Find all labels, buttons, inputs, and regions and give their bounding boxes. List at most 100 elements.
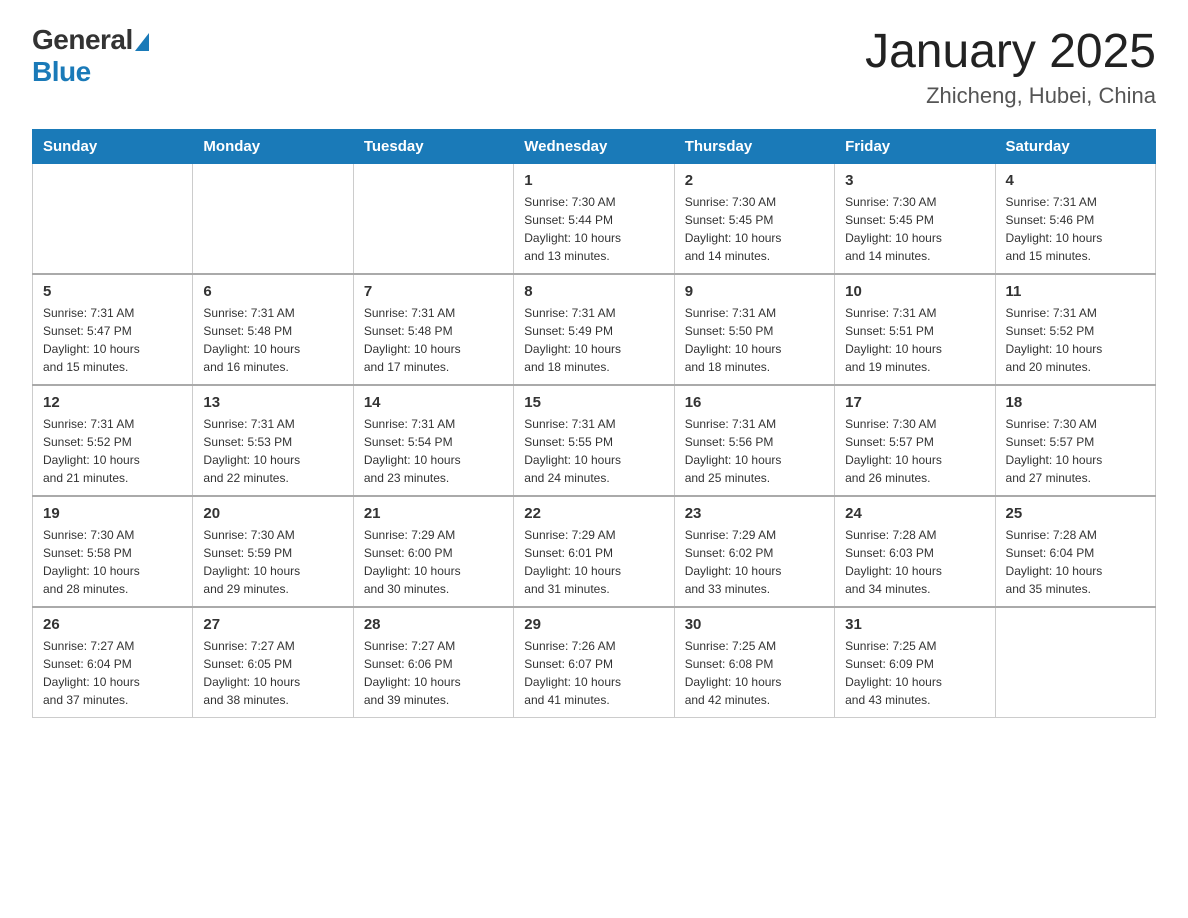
day-info: Sunrise: 7:29 AM Sunset: 6:01 PM Dayligh… bbox=[524, 526, 663, 598]
day-number: 5 bbox=[43, 283, 182, 300]
day-info: Sunrise: 7:30 AM Sunset: 5:45 PM Dayligh… bbox=[685, 193, 824, 265]
calendar-cell: 31Sunrise: 7:25 AM Sunset: 6:09 PM Dayli… bbox=[835, 607, 995, 718]
day-info: Sunrise: 7:30 AM Sunset: 5:57 PM Dayligh… bbox=[845, 415, 984, 487]
calendar-cell bbox=[995, 607, 1155, 718]
day-info: Sunrise: 7:31 AM Sunset: 5:48 PM Dayligh… bbox=[203, 304, 342, 376]
day-info: Sunrise: 7:30 AM Sunset: 5:44 PM Dayligh… bbox=[524, 193, 663, 265]
day-number: 3 bbox=[845, 172, 984, 189]
calendar-subtitle: Zhicheng, Hubei, China bbox=[865, 83, 1156, 109]
day-info: Sunrise: 7:29 AM Sunset: 6:02 PM Dayligh… bbox=[685, 526, 824, 598]
day-info: Sunrise: 7:31 AM Sunset: 5:48 PM Dayligh… bbox=[364, 304, 503, 376]
day-number: 8 bbox=[524, 283, 663, 300]
weekday-header-thursday: Thursday bbox=[674, 130, 834, 164]
calendar-cell: 19 Sunrise: 7:30 AM Sunset: 5:58 PM Dayli… bbox=[33, 496, 193, 607]
calendar-cell: 7Sunrise: 7:31 AM Sunset: 5:48 PM Daylig… bbox=[353, 274, 513, 385]
logo: General Blue bbox=[32, 24, 149, 88]
calendar-cell: 28 Sunrise: 7:27 AM Sunset: 6:06 PM Dayli… bbox=[353, 607, 513, 718]
calendar-cell: 25 Sunrise: 7:28 AM Sunset: 6:04 PM Dayli… bbox=[995, 496, 1155, 607]
calendar-cell: 12 Sunrise: 7:31 AM Sunset: 5:52 PM Dayli… bbox=[33, 385, 193, 496]
day-number: 14 bbox=[364, 394, 503, 411]
day-info: Sunrise: 7:31 AM Sunset: 5:54 PM Dayligh… bbox=[364, 415, 503, 487]
day-number: 25 bbox=[1006, 505, 1145, 522]
calendar-cell: 4Sunrise: 7:31 AM Sunset: 5:46 PM Daylig… bbox=[995, 164, 1155, 275]
day-info: Sunrise: 7:31 AM Sunset: 5:56 PM Dayligh… bbox=[685, 415, 824, 487]
day-number: 16 bbox=[685, 394, 824, 411]
day-info: Sunrise: 7:25 AM Sunset: 6:09 PM Dayligh… bbox=[845, 637, 984, 709]
calendar-cell: 17 Sunrise: 7:30 AM Sunset: 5:57 PM Dayli… bbox=[835, 385, 995, 496]
calendar-cell: 20 Sunrise: 7:30 AM Sunset: 5:59 PM Dayli… bbox=[193, 496, 353, 607]
day-number: 15 bbox=[524, 394, 663, 411]
calendar-cell bbox=[353, 164, 513, 275]
calendar-cell: 8 Sunrise: 7:31 AM Sunset: 5:49 PM Daylig… bbox=[514, 274, 674, 385]
week-row-3: 12 Sunrise: 7:31 AM Sunset: 5:52 PM Dayli… bbox=[33, 385, 1156, 496]
calendar-cell: 15 Sunrise: 7:31 AM Sunset: 5:55 PM Dayli… bbox=[514, 385, 674, 496]
title-section: January 2025 Zhicheng, Hubei, China bbox=[865, 24, 1156, 109]
day-info: Sunrise: 7:30 AM Sunset: 5:58 PM Dayligh… bbox=[43, 526, 182, 598]
day-number: 2 bbox=[685, 172, 824, 189]
week-row-4: 19 Sunrise: 7:30 AM Sunset: 5:58 PM Dayli… bbox=[33, 496, 1156, 607]
day-info: Sunrise: 7:31 AM Sunset: 5:55 PM Dayligh… bbox=[524, 415, 663, 487]
calendar-cell: 24Sunrise: 7:28 AM Sunset: 6:03 PM Dayli… bbox=[835, 496, 995, 607]
day-number: 9 bbox=[685, 283, 824, 300]
day-info: Sunrise: 7:31 AM Sunset: 5:52 PM Dayligh… bbox=[43, 415, 182, 487]
day-number: 18 bbox=[1006, 394, 1145, 411]
calendar-cell: 9 Sunrise: 7:31 AM Sunset: 5:50 PM Daylig… bbox=[674, 274, 834, 385]
day-info: Sunrise: 7:31 AM Sunset: 5:49 PM Dayligh… bbox=[524, 304, 663, 376]
day-info: Sunrise: 7:31 AM Sunset: 5:50 PM Dayligh… bbox=[685, 304, 824, 376]
calendar-cell: 6 Sunrise: 7:31 AM Sunset: 5:48 PM Daylig… bbox=[193, 274, 353, 385]
day-number: 12 bbox=[43, 394, 182, 411]
day-info: Sunrise: 7:25 AM Sunset: 6:08 PM Dayligh… bbox=[685, 637, 824, 709]
day-info: Sunrise: 7:27 AM Sunset: 6:06 PM Dayligh… bbox=[364, 637, 503, 709]
day-number: 19 bbox=[43, 505, 182, 522]
calendar-cell: 3 Sunrise: 7:30 AM Sunset: 5:45 PM Daylig… bbox=[835, 164, 995, 275]
calendar-cell: 2 Sunrise: 7:30 AM Sunset: 5:45 PM Daylig… bbox=[674, 164, 834, 275]
day-info: Sunrise: 7:30 AM Sunset: 5:45 PM Dayligh… bbox=[845, 193, 984, 265]
day-info: Sunrise: 7:31 AM Sunset: 5:47 PM Dayligh… bbox=[43, 304, 182, 376]
day-number: 27 bbox=[203, 616, 342, 633]
day-number: 17 bbox=[845, 394, 984, 411]
day-info: Sunrise: 7:28 AM Sunset: 6:04 PM Dayligh… bbox=[1006, 526, 1145, 598]
weekday-header-saturday: Saturday bbox=[995, 130, 1155, 164]
day-number: 21 bbox=[364, 505, 503, 522]
calendar-cell: 14 Sunrise: 7:31 AM Sunset: 5:54 PM Dayli… bbox=[353, 385, 513, 496]
calendar-cell: 21 Sunrise: 7:29 AM Sunset: 6:00 PM Dayli… bbox=[353, 496, 513, 607]
calendar-cell bbox=[193, 164, 353, 275]
logo-triangle-icon bbox=[135, 33, 149, 51]
day-number: 29 bbox=[524, 616, 663, 633]
day-number: 20 bbox=[203, 505, 342, 522]
calendar-cell bbox=[33, 164, 193, 275]
weekday-header-sunday: Sunday bbox=[33, 130, 193, 164]
weekday-header-friday: Friday bbox=[835, 130, 995, 164]
calendar-cell: 30Sunrise: 7:25 AM Sunset: 6:08 PM Dayli… bbox=[674, 607, 834, 718]
day-number: 23 bbox=[685, 505, 824, 522]
day-info: Sunrise: 7:29 AM Sunset: 6:00 PM Dayligh… bbox=[364, 526, 503, 598]
day-number: 10 bbox=[845, 283, 984, 300]
day-number: 1 bbox=[524, 172, 663, 189]
day-number: 28 bbox=[364, 616, 503, 633]
calendar-cell: 26Sunrise: 7:27 AM Sunset: 6:04 PM Dayli… bbox=[33, 607, 193, 718]
calendar-cell: 16 Sunrise: 7:31 AM Sunset: 5:56 PM Dayli… bbox=[674, 385, 834, 496]
calendar-cell: 10 Sunrise: 7:31 AM Sunset: 5:51 PM Dayli… bbox=[835, 274, 995, 385]
logo-blue-text: Blue bbox=[32, 56, 91, 88]
day-number: 6 bbox=[203, 283, 342, 300]
day-info: Sunrise: 7:26 AM Sunset: 6:07 PM Dayligh… bbox=[524, 637, 663, 709]
weekday-header-monday: Monday bbox=[193, 130, 353, 164]
day-info: Sunrise: 7:31 AM Sunset: 5:51 PM Dayligh… bbox=[845, 304, 984, 376]
day-number: 11 bbox=[1006, 283, 1145, 300]
calendar-cell: 18 Sunrise: 7:30 AM Sunset: 5:57 PM Dayli… bbox=[995, 385, 1155, 496]
day-info: Sunrise: 7:30 AM Sunset: 5:57 PM Dayligh… bbox=[1006, 415, 1145, 487]
weekday-header-wednesday: Wednesday bbox=[514, 130, 674, 164]
header-row: SundayMondayTuesdayWednesdayThursdayFrid… bbox=[33, 130, 1156, 164]
day-info: Sunrise: 7:31 AM Sunset: 5:46 PM Dayligh… bbox=[1006, 193, 1145, 265]
page-header: General Blue January 2025 Zhicheng, Hube… bbox=[32, 24, 1156, 109]
day-number: 22 bbox=[524, 505, 663, 522]
week-row-1: 1 Sunrise: 7:30 AM Sunset: 5:44 PM Daylig… bbox=[33, 164, 1156, 275]
day-info: Sunrise: 7:28 AM Sunset: 6:03 PM Dayligh… bbox=[845, 526, 984, 598]
calendar-cell: 23 Sunrise: 7:29 AM Sunset: 6:02 PM Dayli… bbox=[674, 496, 834, 607]
day-info: Sunrise: 7:31 AM Sunset: 5:52 PM Dayligh… bbox=[1006, 304, 1145, 376]
calendar-table: SundayMondayTuesdayWednesdayThursdayFrid… bbox=[32, 129, 1156, 718]
logo-general-text: General bbox=[32, 24, 133, 56]
day-info: Sunrise: 7:30 AM Sunset: 5:59 PM Dayligh… bbox=[203, 526, 342, 598]
day-number: 26 bbox=[43, 616, 182, 633]
calendar-cell: 5 Sunrise: 7:31 AM Sunset: 5:47 PM Daylig… bbox=[33, 274, 193, 385]
